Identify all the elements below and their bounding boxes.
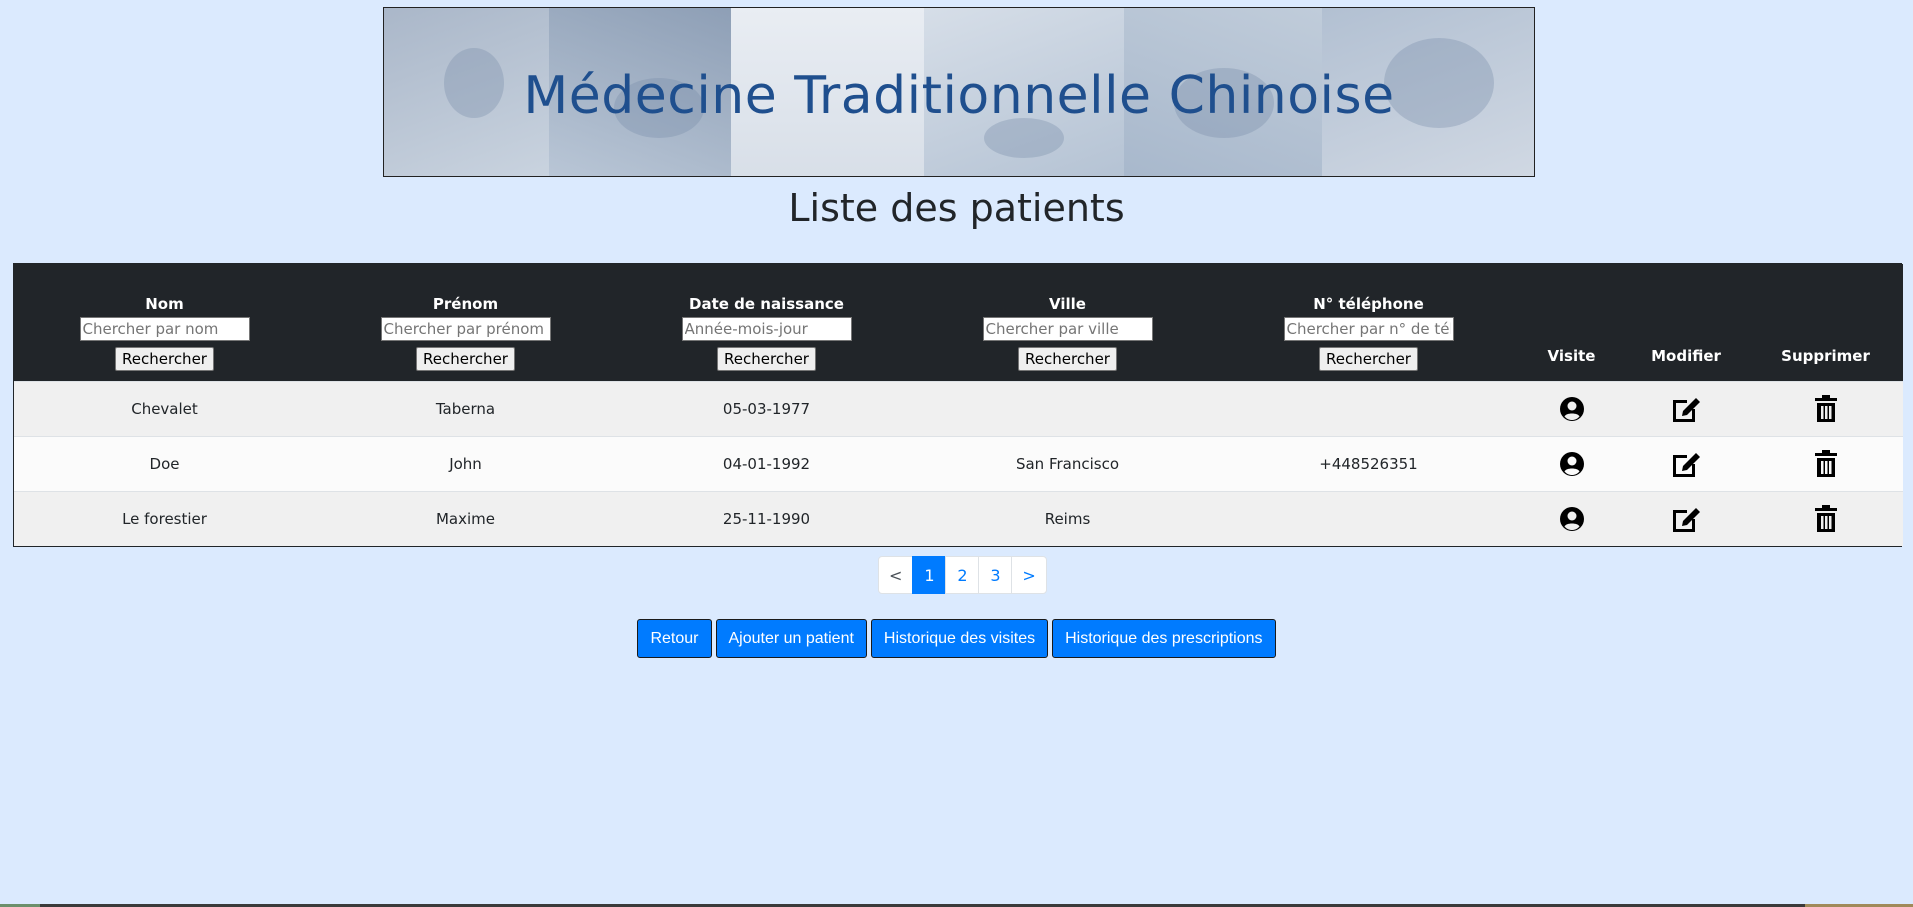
column-label-prenom: Prénom	[432, 295, 499, 313]
pagination-page-2[interactable]: 2	[945, 556, 980, 594]
visit-cell	[1519, 436, 1624, 492]
cell-naissance: 05-03-1977	[616, 381, 917, 437]
table-row: Chevalet Taberna 05-03-1977	[14, 381, 1903, 437]
cell-nom: Doe	[14, 436, 315, 492]
visit-history-button[interactable]: Historique des visites	[870, 619, 1049, 658]
edit-cell	[1624, 436, 1748, 492]
banner-title: Médecine Traditionnelle Chinoise	[523, 66, 1395, 126]
edit-icon[interactable]	[1670, 394, 1702, 424]
search-prenom-button[interactable]: Rechercher	[416, 347, 515, 371]
search-ville-input[interactable]	[982, 317, 1153, 341]
cell-ville: Reims	[917, 491, 1218, 546]
table-row: Le forestier Maxime 25-11-1990 Reims	[14, 491, 1903, 546]
user-circle-icon[interactable]	[1559, 451, 1585, 477]
pagination-next[interactable]: >	[1011, 556, 1047, 594]
visit-cell	[1519, 381, 1624, 437]
delete-cell	[1748, 436, 1903, 492]
column-header-nom: Nom Rechercher	[14, 264, 315, 382]
table-header-row: Nom Rechercher Prénom Rechercher Date de…	[14, 264, 1903, 382]
edit-cell	[1624, 491, 1748, 546]
search-ville-button[interactable]: Rechercher	[1018, 347, 1117, 371]
column-header-ville: Ville Rechercher	[917, 264, 1218, 382]
table-row: Doe John 04-01-1992 San Francisco +44852…	[14, 436, 1903, 492]
cell-nom: Le forestier	[14, 491, 315, 546]
column-header-naissance: Date de naissance Rechercher	[616, 264, 917, 382]
search-nom-button[interactable]: Rechercher	[115, 347, 214, 371]
delete-cell	[1748, 491, 1903, 546]
cell-naissance: 04-01-1992	[616, 436, 917, 492]
column-label-nom: Nom	[145, 295, 184, 313]
delete-cell	[1748, 381, 1903, 437]
edit-icon[interactable]	[1670, 504, 1702, 534]
search-telephone-button[interactable]: Rechercher	[1319, 347, 1418, 371]
search-prenom-input[interactable]	[380, 317, 551, 341]
patients-table: Nom Rechercher Prénom Rechercher Date de…	[13, 263, 1903, 547]
column-label-telephone: N° téléphone	[1313, 295, 1424, 313]
pagination-prev[interactable]: <	[878, 556, 914, 594]
pagination-page-3[interactable]: 3	[978, 556, 1013, 594]
cell-ville: San Francisco	[917, 436, 1218, 492]
column-header-telephone: N° téléphone Rechercher	[1218, 264, 1519, 382]
action-bar: Retour Ajouter un patient Historique des…	[0, 619, 1913, 658]
cell-telephone: +448526351	[1218, 436, 1519, 492]
pagination: < 1 2 3 >	[878, 556, 1047, 594]
column-label-naissance: Date de naissance	[689, 295, 844, 313]
column-header-supprimer: Supprimer	[1781, 347, 1870, 365]
search-nom-input[interactable]	[79, 317, 250, 341]
visit-cell	[1519, 491, 1624, 546]
cell-naissance: 25-11-1990	[616, 491, 917, 546]
banner-image: Médecine Traditionnelle Chinoise	[383, 7, 1535, 177]
cell-prenom: Taberna	[315, 381, 616, 437]
search-telephone-input[interactable]	[1283, 317, 1454, 341]
pagination-page-1[interactable]: 1	[912, 556, 947, 594]
column-header-prenom: Prénom Rechercher	[315, 264, 616, 382]
edit-cell	[1624, 381, 1748, 437]
cell-ville	[917, 381, 1218, 437]
column-header-modifier: Modifier	[1651, 347, 1721, 365]
page: Médecine Traditionnelle Chinoise Liste d…	[0, 0, 1913, 907]
cell-telephone	[1218, 491, 1519, 546]
cell-nom: Chevalet	[14, 381, 315, 437]
trash-icon[interactable]	[1814, 505, 1838, 533]
trash-icon[interactable]	[1814, 450, 1838, 478]
cell-prenom: John	[315, 436, 616, 492]
search-naissance-button[interactable]: Rechercher	[717, 347, 816, 371]
edit-icon[interactable]	[1670, 449, 1702, 479]
column-label-ville: Ville	[1049, 295, 1086, 313]
page-title: Liste des patients	[788, 186, 1125, 230]
add-patient-button[interactable]: Ajouter un patient	[715, 619, 867, 658]
prescription-history-button[interactable]: Historique des prescriptions	[1052, 619, 1276, 658]
back-button[interactable]: Retour	[637, 619, 712, 658]
cell-prenom: Maxime	[315, 491, 616, 546]
search-naissance-input[interactable]	[681, 317, 852, 341]
trash-icon[interactable]	[1814, 395, 1838, 423]
cell-telephone	[1218, 381, 1519, 437]
column-header-visite: Visite	[1547, 347, 1596, 365]
user-circle-icon[interactable]	[1559, 396, 1585, 422]
user-circle-icon[interactable]	[1559, 506, 1585, 532]
